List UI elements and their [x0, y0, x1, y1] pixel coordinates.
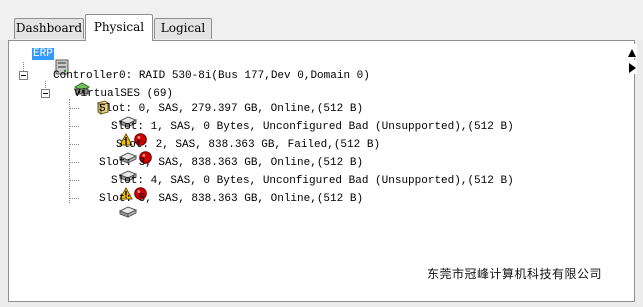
drive-label: Slot: 2, SAS, 838.363 GB, Failed,(512 B) [116, 138, 381, 151]
warning-icon [79, 174, 133, 200]
drive-label: Slot: 4, SAS, 0 Bytes, Unconfigured Bad … [111, 174, 514, 187]
drive-label: Slot: 3, SAS, 838.363 GB, Online,(512 B) [99, 156, 364, 169]
drive-row[interactable]: Slot: 5, SAS, 838.363 GB, Online,(512 B) [79, 190, 364, 218]
disk-drive-icon [79, 139, 137, 164]
controller-icon [33, 68, 90, 95]
tree-node-controller[interactable]: Controller0: RAID 530-8i(Bus 177,Dev 0,D… [33, 67, 370, 95]
scroll-up-arrow[interactable] [627, 44, 637, 58]
drive-row[interactable]: Slot: 1, SAS, 0 Bytes, Unconfigured Bad … [79, 118, 514, 146]
drive-label: Slot: 0, SAS, 279.397 GB, Online,(512 B) [99, 102, 364, 115]
tree-connector [69, 180, 79, 181]
tree-connector [69, 198, 79, 199]
company-watermark: 东莞市冠峰计算机科技有限公司 [427, 267, 603, 281]
physical-tree-panel: ERP Controller0: RAID 530-8i(Bus 177,Dev… [8, 40, 635, 302]
drive-row[interactable]: Slot: 0, SAS, 279.397 GB, Online,(512 B) [79, 100, 364, 128]
error-status-icon [94, 174, 147, 200]
error-status-icon [94, 120, 147, 146]
tab-dashboard[interactable]: Dashboard [14, 18, 84, 39]
tree-connector [69, 162, 79, 163]
disk-drive-icon [79, 103, 137, 128]
enclosure-icon [55, 86, 109, 115]
tree-node-label: ERP [32, 47, 54, 60]
tree-node-label: VirtualSES (69) [74, 87, 174, 100]
drive-label: Slot: 5, SAS, 838.363 GB, Online,(512 B) [99, 192, 364, 205]
drive-row[interactable]: Slot: 3, SAS, 838.363 GB, Online,(512 B) [79, 154, 364, 182]
error-status-icon [99, 138, 152, 164]
drive-row[interactable]: Slot: 4, SAS, 0 Bytes, Unconfigured Bad … [79, 172, 514, 200]
disk-drive-icon [79, 193, 137, 218]
scroll-right-arrow[interactable] [627, 60, 637, 74]
tab-physical[interactable]: Physical [85, 14, 153, 41]
collapse-toggle[interactable] [41, 89, 50, 98]
tree-node-label: Controller0: RAID 530-8i(Bus 177,Dev 0,D… [53, 69, 370, 82]
collapse-toggle[interactable] [19, 71, 28, 80]
tab-strip: Dashboard Physical Logical [0, 0, 643, 41]
disk-drive-icon [79, 157, 137, 182]
server-icon [14, 46, 69, 74]
warning-icon [79, 120, 133, 146]
tab-logical[interactable]: Logical [154, 18, 212, 39]
drive-label: Slot: 1, SAS, 0 Bytes, Unconfigured Bad … [111, 120, 514, 133]
drive-row[interactable]: Slot: 2, SAS, 838.363 GB, Failed,(512 B) [79, 136, 381, 164]
tree-node-root[interactable]: ERP [14, 45, 69, 74]
tree-connector [69, 144, 79, 145]
